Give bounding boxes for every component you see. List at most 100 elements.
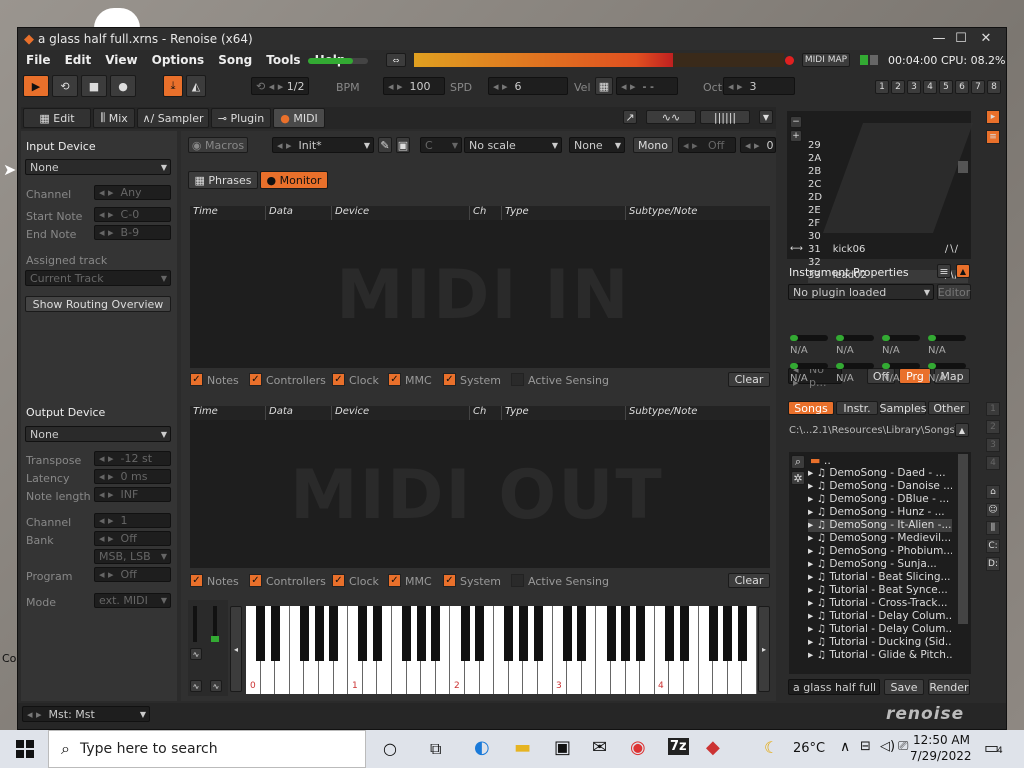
- macro-slider[interactable]: [836, 363, 874, 369]
- out-clock-checkbox[interactable]: ✓: [332, 574, 345, 587]
- play-button[interactable]: ▶: [23, 75, 49, 97]
- ime-icon[interactable]: ⎚: [898, 739, 908, 754]
- browser-scrollbar[interactable]: [958, 454, 968, 624]
- detach-button[interactable]: ↗: [623, 110, 637, 124]
- out-clear-button[interactable]: Clear: [728, 573, 770, 588]
- piano-black-key[interactable]: [475, 606, 485, 661]
- piano-black-key[interactable]: [299, 606, 309, 661]
- bank-field[interactable]: ◂ ▸ Off: [94, 531, 171, 546]
- view-dropdown-button[interactable]: ▼: [759, 110, 773, 124]
- render-button[interactable]: Render: [928, 679, 970, 695]
- side-slot-3[interactable]: 3: [986, 438, 1000, 452]
- in-controllers-checkbox[interactable]: ✓: [249, 373, 262, 386]
- macro-slider[interactable]: [882, 335, 920, 341]
- glide-field[interactable]: ◂ ▸ Off: [678, 137, 736, 153]
- end-note-field[interactable]: ◂ ▸ B-9: [94, 225, 171, 240]
- in-active-sensing-checkbox[interactable]: [511, 373, 524, 386]
- macro-slider[interactable]: [928, 363, 966, 369]
- plugin-select[interactable]: No plugin loaded ▼: [788, 284, 934, 300]
- chord-select[interactable]: None ▼: [569, 137, 625, 153]
- song-filename-field[interactable]: a glass half full: [788, 679, 880, 695]
- pattern-edit-step[interactable]: ⟲ ◂ ▸ 1/2: [251, 77, 309, 95]
- task-view-icon[interactable]: ⧉: [430, 739, 441, 759]
- piano-black-key[interactable]: [621, 606, 631, 661]
- out-mmc-checkbox[interactable]: ✓: [388, 574, 401, 587]
- octave-field[interactable]: ◂ ▸ 3: [723, 77, 795, 95]
- piano-black-key[interactable]: [256, 606, 266, 661]
- piano-black-key[interactable]: [270, 606, 280, 661]
- keyboard-velocity-toggle[interactable]: ▦: [595, 77, 613, 95]
- drive-c-button[interactable]: C:: [986, 539, 1000, 553]
- piano-black-key[interactable]: [372, 606, 382, 661]
- out-controllers-checkbox[interactable]: ✓: [249, 574, 262, 587]
- keyboard-scroll-right[interactable]: ▸: [758, 606, 770, 692]
- plugin-editor-button[interactable]: Editor: [937, 284, 971, 300]
- pitch-wheel[interactable]: [193, 606, 197, 642]
- browser-tab-samples[interactable]: Samples: [880, 401, 927, 415]
- browser-song-item[interactable]: ▸ ♫ DemoSong - Phobium...: [808, 545, 952, 558]
- master-track-select[interactable]: ◂ ▸ Mst: Mst ▼: [22, 706, 150, 722]
- tab-sampler[interactable]: ∧∕ Sampler: [137, 108, 209, 128]
- browser-search-button[interactable]: ⌕: [791, 455, 805, 469]
- keyboard-scroll-left[interactable]: ◂: [230, 606, 242, 692]
- edge-icon[interactable]: ◐: [474, 737, 490, 758]
- scale-select[interactable]: No scale ▼: [464, 137, 562, 153]
- in-system-checkbox[interactable]: ✓: [443, 373, 456, 386]
- browser-tab-instr[interactable]: Instr.: [836, 401, 878, 415]
- track-3-button[interactable]: 3: [907, 80, 921, 94]
- start-note-field[interactable]: ◂ ▸ C-0: [94, 207, 171, 222]
- in-mmc-checkbox[interactable]: ✓: [388, 373, 401, 386]
- start-button[interactable]: [16, 740, 34, 758]
- browser-up-button[interactable]: ▲: [955, 423, 969, 437]
- piano-black-key[interactable]: [358, 606, 368, 661]
- macro-slider[interactable]: [836, 335, 874, 341]
- browser-song-item[interactable]: ▸ ♫ Tutorial - Beat Synce...: [808, 584, 952, 597]
- browser-song-item[interactable]: ▸ ♫ DemoSong - Hunz - ...: [808, 506, 952, 519]
- clock-time[interactable]: 12:50 AM: [913, 733, 970, 747]
- browser-tab-songs[interactable]: Songs: [788, 401, 834, 415]
- side-slot-2[interactable]: 2: [986, 420, 1000, 434]
- pitch-mode-button[interactable]: ∿: [190, 680, 202, 692]
- output-device-select[interactable]: None ▼: [25, 426, 171, 442]
- output-channel-field[interactable]: ◂ ▸ 1: [94, 513, 171, 528]
- instrument-add-button[interactable]: +: [790, 130, 802, 142]
- cortana-icon[interactable]: ○: [383, 739, 397, 758]
- in-clock-checkbox[interactable]: ✓: [332, 373, 345, 386]
- browser-parent-folder[interactable]: ▬ ..: [810, 454, 831, 467]
- piano-black-key[interactable]: [329, 606, 339, 661]
- track-4-button[interactable]: 4: [923, 80, 937, 94]
- piano-black-key[interactable]: [562, 606, 572, 661]
- instrument-expand-icon[interactable]: ⟷: [790, 244, 803, 256]
- piano-black-key[interactable]: [708, 606, 718, 661]
- program-change-button[interactable]: Prg: [899, 368, 931, 384]
- instrument-remove-button[interactable]: −: [790, 116, 802, 128]
- piano-black-key[interactable]: [533, 606, 543, 661]
- preset-select[interactable]: ◂ ▸ Init* ▼: [272, 137, 374, 153]
- piano-keyboard[interactable]: [246, 606, 757, 694]
- piano-black-key[interactable]: [737, 606, 747, 661]
- show-routing-overview-button[interactable]: Show Routing Overview: [25, 296, 171, 312]
- in-clear-button[interactable]: Clear: [728, 372, 770, 387]
- piano-black-key[interactable]: [402, 606, 412, 661]
- tab-midi[interactable]: ● MIDI: [273, 108, 325, 128]
- piano-black-key[interactable]: [664, 606, 674, 661]
- piano-black-key[interactable]: [679, 606, 689, 661]
- stop-button[interactable]: ■: [81, 75, 107, 97]
- input-device-select[interactable]: None ▼: [25, 159, 171, 175]
- follow-button[interactable]: ⤓: [163, 75, 183, 97]
- home-button[interactable]: ⌂: [986, 485, 1000, 499]
- macro-slider[interactable]: [790, 363, 828, 369]
- store-icon[interactable]: ▣: [554, 737, 571, 758]
- mode-select[interactable]: ext. MIDI ▼: [94, 593, 171, 608]
- network-icon[interactable]: ⊟: [860, 739, 871, 754]
- piano-black-key[interactable]: [723, 606, 733, 661]
- mod-mode-button[interactable]: ∿: [210, 680, 222, 692]
- instrument-scrollbar[interactable]: [958, 161, 968, 173]
- library-button[interactable]: ⫼: [986, 521, 1000, 535]
- macro-slider[interactable]: [928, 335, 966, 341]
- save-button[interactable]: Save: [884, 679, 924, 695]
- browser-song-item[interactable]: ▸ ♫ Tutorial - Delay Colum...: [808, 623, 952, 636]
- browser-song-item[interactable]: ▸ ♫ DemoSong - Danoise ...: [808, 480, 952, 493]
- clock-date[interactable]: 7/29/2022: [910, 749, 972, 763]
- program-field[interactable]: ◂ ▸ Off: [94, 567, 171, 582]
